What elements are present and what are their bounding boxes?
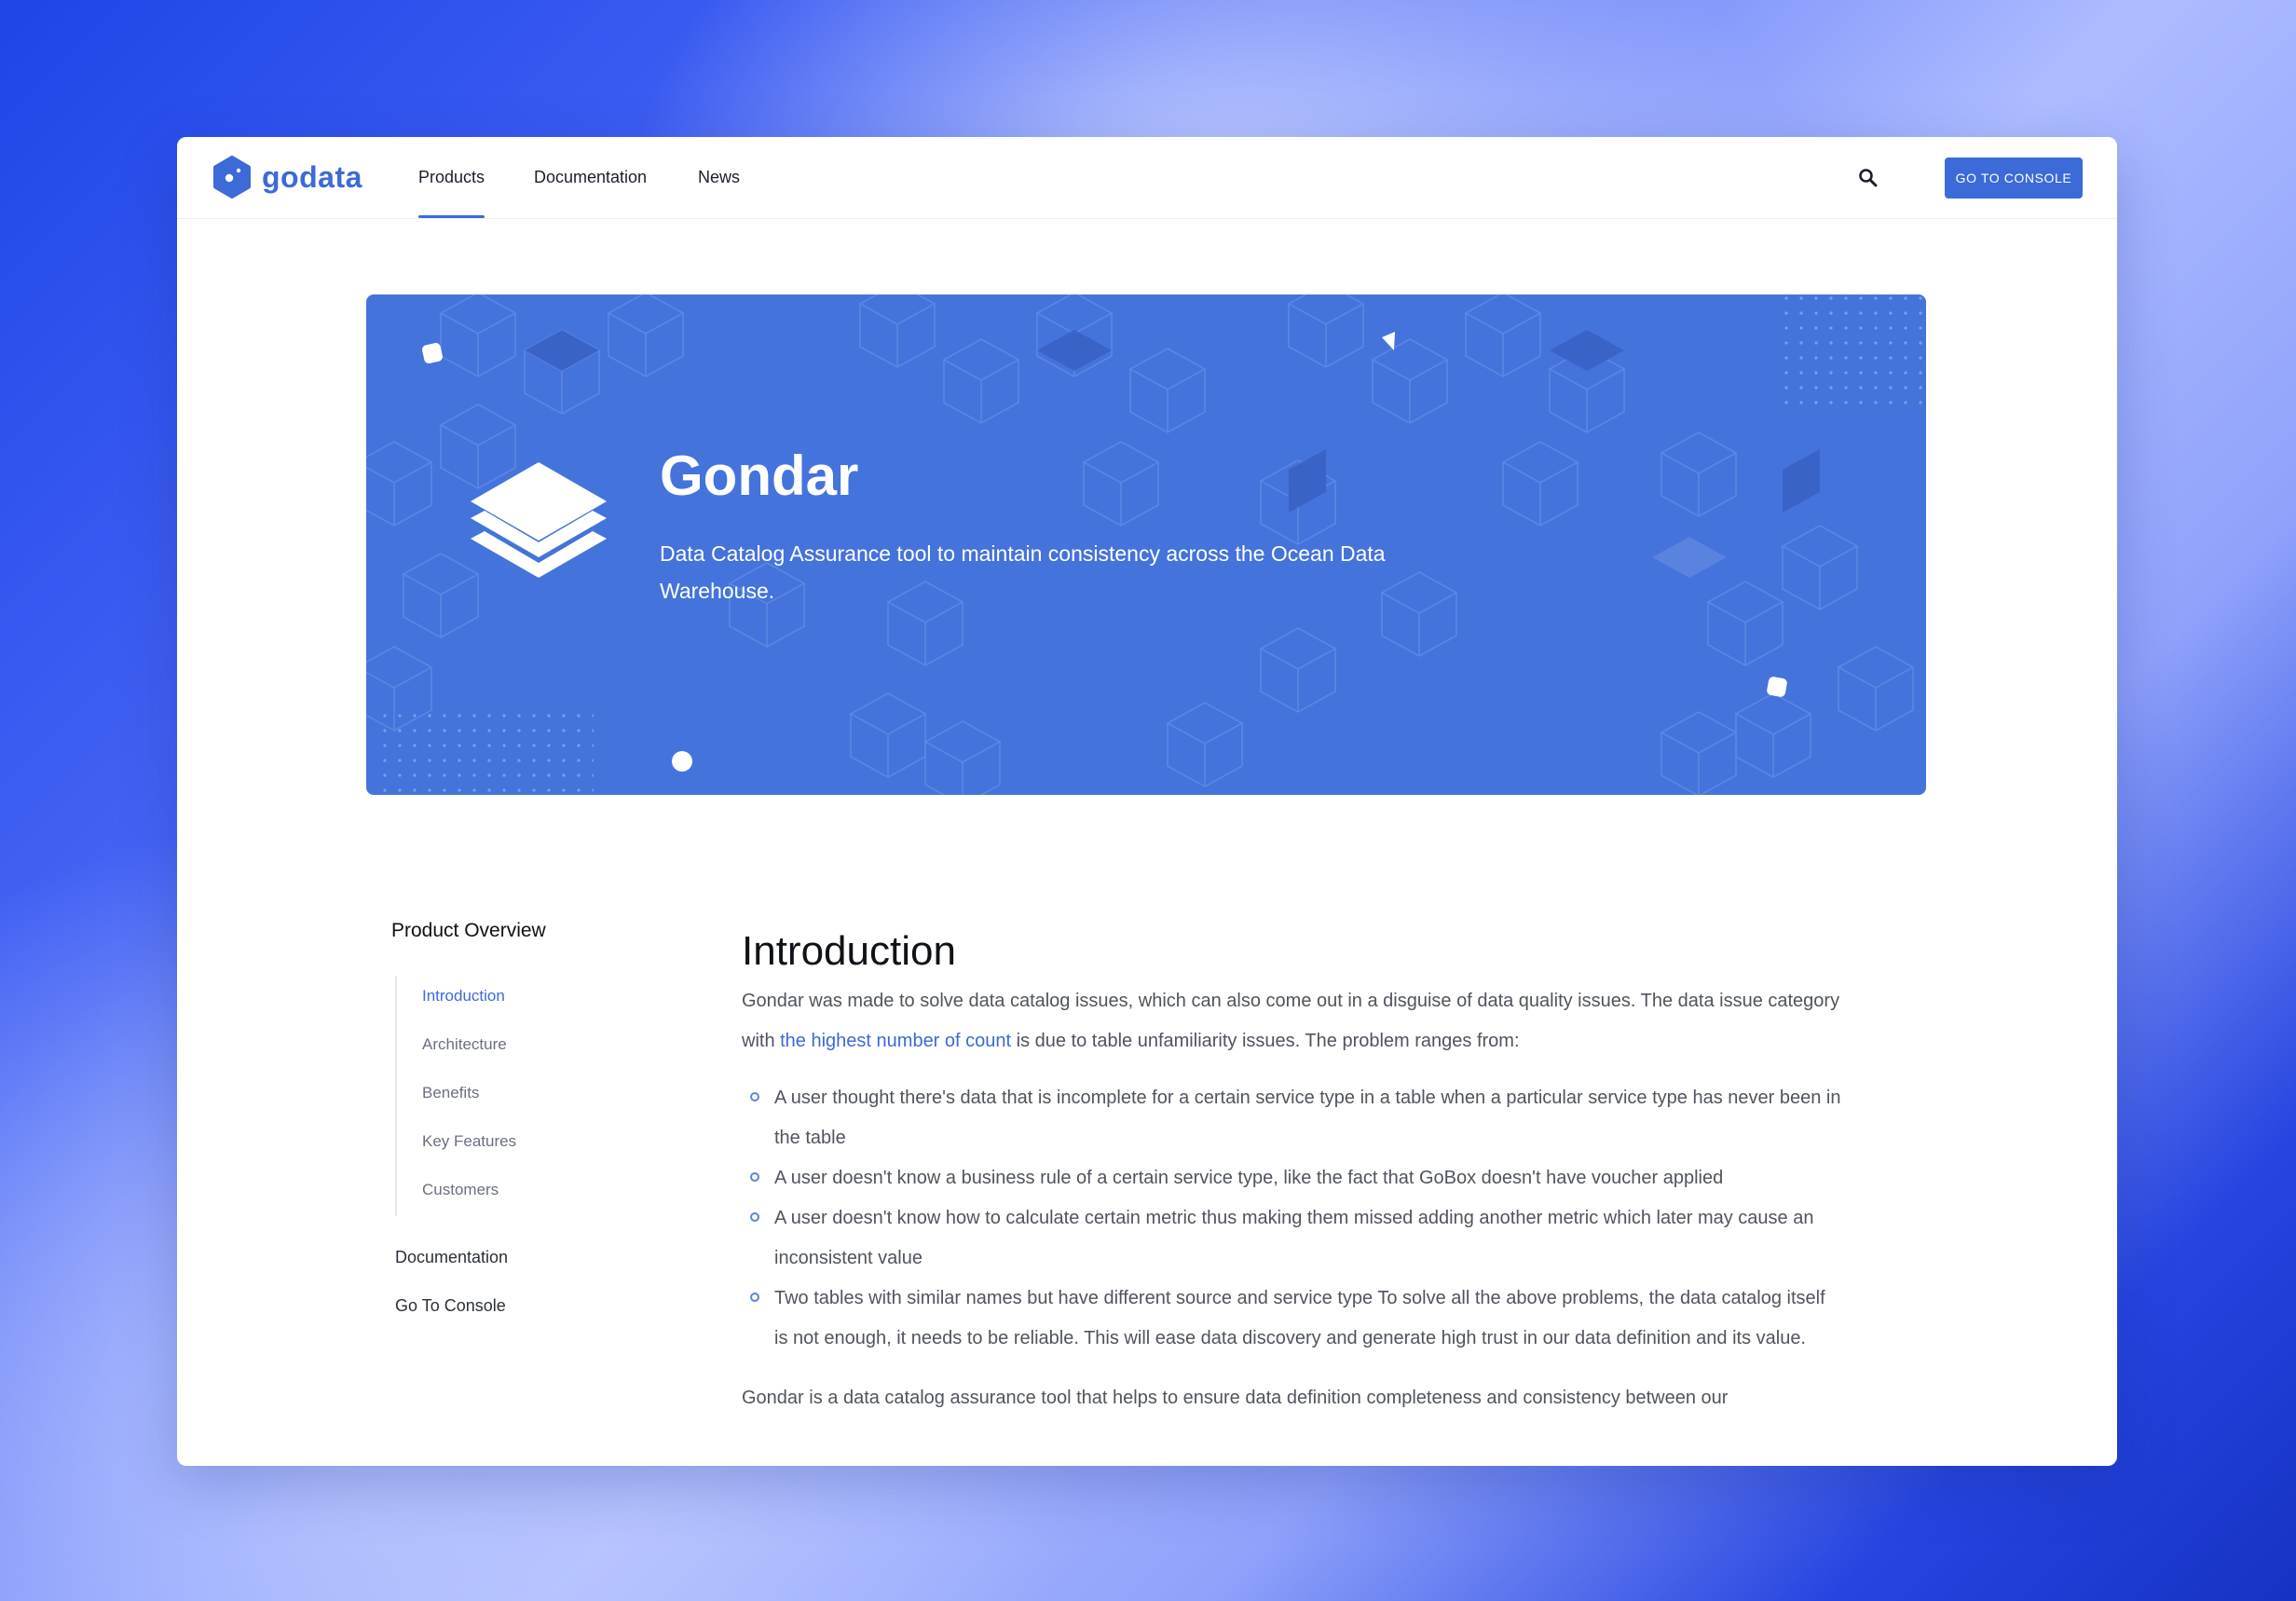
sidebar-divider (395, 976, 397, 1216)
sidebar-heading: Product Overview (391, 920, 546, 941)
list-item: A user doesn't know a business rule of a… (742, 1158, 1841, 1198)
list-item: Two tables with similar names but have d… (742, 1279, 1841, 1359)
top-navbar: godata Products Documentation News GO TO… (177, 137, 2117, 219)
main-content: Introduction Gondar was made to solve da… (742, 924, 1841, 1418)
hero-banner: Gondar Data Catalog Assurance tool to ma… (366, 294, 1926, 795)
sidebar-link-documentation[interactable]: Documentation (395, 1248, 508, 1267)
intro-text-end: is due to table unfamiliarity issues. Th… (1011, 1031, 1520, 1051)
section-heading: Introduction (742, 928, 956, 974)
godata-logo-icon (213, 156, 251, 198)
sidebar-item-introduction[interactable]: Introduction (422, 987, 505, 1006)
sidebar-item-architecture[interactable]: Architecture (422, 1035, 507, 1054)
nav-news[interactable]: News (698, 137, 740, 218)
problem-list: A user thought there's data that is inco… (742, 1078, 1841, 1359)
layers-icon (471, 462, 607, 578)
browser-window: godata Products Documentation News GO TO… (177, 137, 2117, 1466)
sidebar-item-benefits[interactable]: Benefits (422, 1084, 479, 1102)
go-to-console-button[interactable]: GO TO CONSOLE (1945, 157, 2083, 198)
hero-subtitle: Data Catalog Assurance tool to maintain … (660, 541, 1386, 603)
list-item: A user doesn't know how to calculate cer… (742, 1198, 1841, 1279)
search-icon[interactable] (1856, 166, 1880, 190)
hero-title: Gondar (660, 445, 859, 507)
nav-documentation[interactable]: Documentation (534, 137, 647, 218)
closing-paragraph: Gondar is a data catalog assurance tool … (742, 1388, 1729, 1408)
highest-count-link[interactable]: the highest number of count (780, 1031, 1011, 1051)
sidebar-link-go-to-console[interactable]: Go To Console (395, 1296, 506, 1316)
brand-name: godata (262, 159, 362, 194)
sidebar-item-customers[interactable]: Customers (422, 1181, 499, 1199)
godata-logo[interactable]: godata (211, 156, 362, 198)
nav-products[interactable]: Products (418, 137, 485, 218)
sidebar-item-key-features[interactable]: Key Features (422, 1132, 516, 1151)
intro-paragraph: Gondar was made to solve data catalog is… (742, 981, 1841, 1061)
list-item: A user thought there's data that is inco… (742, 1078, 1841, 1158)
